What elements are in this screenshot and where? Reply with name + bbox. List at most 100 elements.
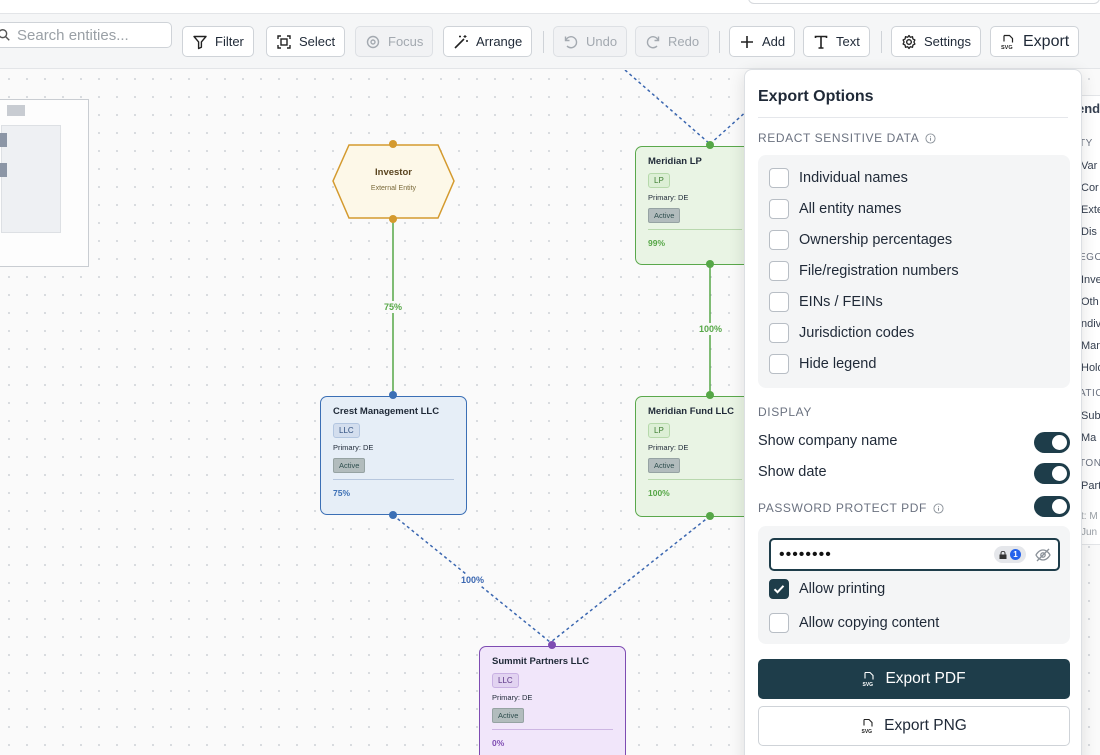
export-png-button[interactable]: SVG Export PNG (758, 706, 1070, 746)
arrange-button[interactable]: Arrange (443, 26, 533, 57)
crest-ownership-pct: 75% (333, 488, 351, 498)
checkbox[interactable] (769, 354, 789, 374)
minimap-block (0, 163, 7, 177)
password-heading-label: PASSWORD PROTECT PDF (758, 501, 927, 515)
redo-button[interactable]: Redo (635, 26, 710, 57)
redact-jurisdiction-codes[interactable]: Jurisdiction codes (769, 323, 914, 343)
svg-file-icon: SVG (863, 671, 874, 687)
password-field[interactable]: 1 (769, 538, 1060, 571)
svg-text:SVG: SVG (1001, 45, 1013, 50)
minimap[interactable] (0, 99, 89, 267)
port-handle[interactable] (706, 512, 714, 520)
meridian-lp-ownership-pct: 99% (648, 238, 666, 248)
show-company-name-toggle[interactable] (1034, 432, 1070, 453)
show-date-label: Show date (758, 464, 827, 480)
port-handle[interactable] (706, 141, 714, 149)
port-handle[interactable] (706, 260, 714, 268)
meridian-lp-node[interactable]: Meridian LP LP Primary: DE Active 99% (635, 146, 755, 265)
focus-label: Focus (388, 34, 424, 49)
info-icon[interactable] (933, 502, 944, 514)
legend-item: Ma (1081, 432, 1097, 444)
password-protect-toggle[interactable] (1034, 496, 1070, 517)
display-heading-label: DISPLAY (758, 405, 812, 419)
allow-printing-option[interactable]: Allow printing (769, 579, 885, 599)
window-top-strip (0, 0, 1100, 14)
export-png-label: Export PNG (884, 717, 967, 734)
redact-eins[interactable]: EINs / FEINs (769, 292, 883, 312)
minimap-viewport[interactable] (1, 125, 61, 233)
minimap-block (7, 105, 25, 116)
legend-heading-relation: ATIC (1079, 388, 1100, 399)
meridian-fund-ownership-pct: 100% (648, 488, 670, 498)
export-pdf-button[interactable]: SVG Export PDF (758, 659, 1070, 699)
checkbox-label: Individual names (799, 170, 908, 186)
export-options-panel: Export Options REDACT SENSITIVE DATA Ind… (744, 69, 1082, 755)
redo-label: Redo (668, 34, 700, 49)
checkbox-label: Ownership percentages (799, 232, 953, 248)
legend-item: Exte (1081, 204, 1100, 216)
checkbox[interactable] (769, 199, 789, 219)
checkbox[interactable] (769, 168, 789, 188)
checkbox[interactable] (769, 323, 789, 343)
summit-ownership-pct: 0% (492, 738, 505, 748)
port-handle[interactable] (389, 391, 397, 399)
legend-item: Part (1081, 480, 1100, 492)
show-date-toggle[interactable] (1034, 463, 1070, 484)
meridian-fund-status-badge: Active (648, 458, 681, 473)
info-icon[interactable] (925, 132, 936, 144)
text-button[interactable]: Text (803, 26, 870, 57)
search-input[interactable] (17, 26, 167, 44)
password-manager-badge[interactable]: 1 (994, 546, 1026, 563)
redact-ownership-percentages[interactable]: Ownership percentages (769, 230, 952, 250)
search-box[interactable] (0, 22, 172, 48)
summit-partners-node[interactable]: Summit Partners LLC LLC Primary: DE Acti… (479, 646, 626, 755)
password-section-heading: PASSWORD PROTECT PDF (758, 501, 944, 515)
checkbox-checked[interactable] (769, 579, 789, 599)
legend-item: Hold (1081, 362, 1100, 374)
undo-button[interactable]: Undo (553, 26, 628, 57)
focus-button[interactable]: Focus (355, 26, 434, 57)
meridian-fund-primary: Primary: DE (648, 443, 689, 452)
port-handle[interactable] (706, 391, 714, 399)
crest-management-node[interactable]: Crest Management LLC LLC Primary: DE Act… (320, 396, 467, 515)
meridian-fund-type-badge: LP (648, 423, 670, 438)
edge-top-incoming (624, 70, 711, 145)
legend-item: Inve (1081, 274, 1100, 286)
port-handle[interactable] (389, 511, 397, 519)
meridian-fund-node[interactable]: Meridian Fund LLC LP Primary: DE Active … (635, 396, 755, 517)
eye-off-icon[interactable] (1035, 548, 1051, 562)
export-button[interactable]: SVG Export (990, 26, 1080, 57)
add-button[interactable]: Add (729, 26, 796, 57)
investor-node[interactable]: Investor External Entity (331, 167, 456, 192)
port-handle[interactable] (389, 215, 397, 223)
port-handle[interactable] (389, 140, 397, 148)
arrange-label: Arrange (476, 34, 523, 49)
settings-button[interactable]: Settings (891, 26, 981, 57)
lock-icon (999, 550, 1007, 559)
crest-status-badge: Active (333, 458, 366, 473)
select-button[interactable]: Select (266, 26, 346, 57)
checkbox[interactable] (769, 613, 789, 633)
plus-icon (741, 35, 753, 48)
port-handle[interactable] (548, 641, 556, 649)
checkbox[interactable] (769, 292, 789, 312)
checkbox[interactable] (769, 230, 789, 250)
redact-section-heading: REDACT SENSITIVE DATA (758, 131, 936, 145)
redact-individual-names[interactable]: Individual names (769, 168, 908, 188)
legend-item: Man (1081, 340, 1100, 352)
text-label: Text (836, 34, 860, 49)
redact-file-numbers[interactable]: File/registration numbers (769, 261, 959, 281)
filter-label: Filter (215, 34, 244, 49)
filter-button[interactable]: Filter (182, 26, 254, 57)
password-input[interactable] (779, 545, 979, 564)
redact-entity-names[interactable]: All entity names (769, 199, 901, 219)
allow-copying-option[interactable]: Allow copying content (769, 613, 939, 633)
checkbox[interactable] (769, 261, 789, 281)
hide-legend-option[interactable]: Hide legend (769, 354, 876, 374)
select-label: Select (299, 34, 336, 49)
crest-primary: Primary: DE (333, 443, 374, 452)
edge-label-meridianlp-fund: 100% (697, 323, 725, 335)
svg-text:SVG: SVG (862, 729, 873, 734)
legend-item: ndiv (1081, 318, 1100, 330)
undo-icon (564, 35, 578, 48)
